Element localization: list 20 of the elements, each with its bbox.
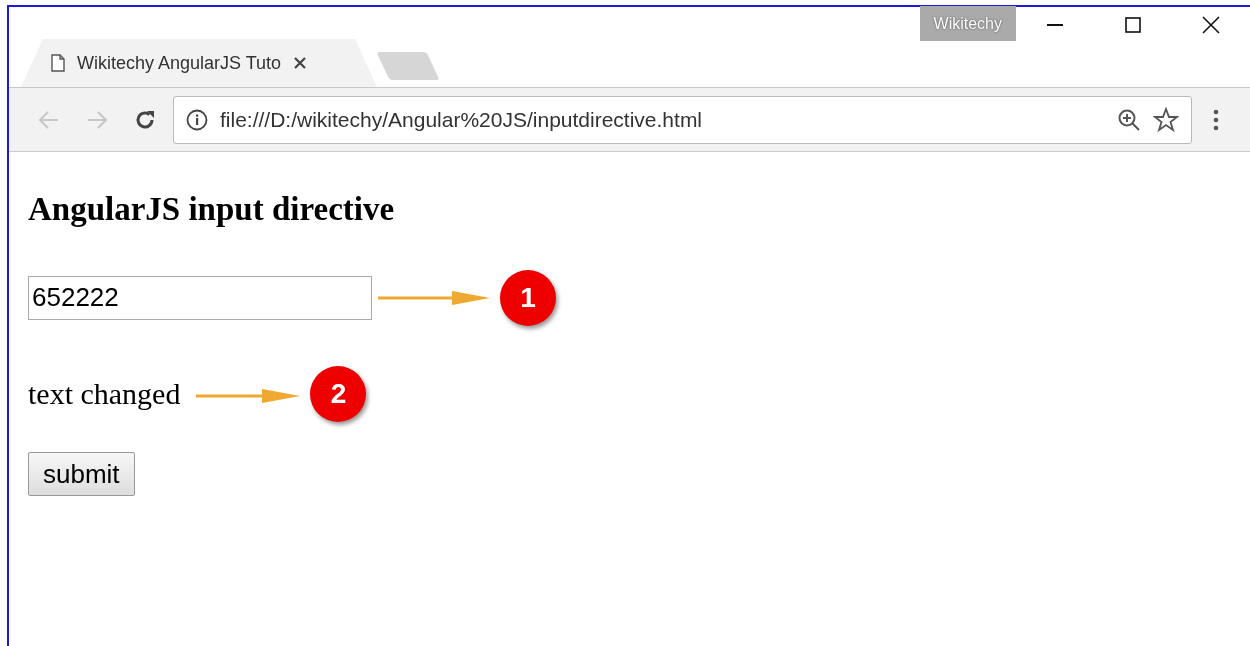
maximize-icon xyxy=(1125,16,1141,33)
address-bar[interactable]: file:///D:/wikitechy/Angular%20JS/inputdirective.html xyxy=(173,95,1192,144)
tab-title: Wikitechy AngularJS Tuto xyxy=(77,51,282,75)
page-icon xyxy=(51,54,65,72)
url-text: file:///D:/wikitechy/Angular%20JS/inputdirective.html xyxy=(220,106,703,133)
zoom-icon[interactable] xyxy=(1117,107,1141,132)
page-heading: AngularJS input directive xyxy=(28,190,396,229)
text-input[interactable]: 652222 xyxy=(28,275,372,320)
browser-tab[interactable]: Wikitechy AngularJS Tuto xyxy=(21,39,377,87)
close-icon xyxy=(1202,15,1220,34)
submit-button[interactable]: submit xyxy=(28,451,135,496)
star-icon[interactable] xyxy=(1153,106,1179,133)
arrow-icon xyxy=(378,289,490,306)
callout-badge: 2 xyxy=(310,365,367,422)
status-text: text changed xyxy=(28,376,181,413)
close-icon[interactable] xyxy=(293,56,308,70)
callout-badge: 1 xyxy=(500,269,556,326)
info-icon[interactable] xyxy=(186,108,208,131)
menu-icon xyxy=(1213,108,1219,131)
minimize-icon xyxy=(1047,23,1063,26)
